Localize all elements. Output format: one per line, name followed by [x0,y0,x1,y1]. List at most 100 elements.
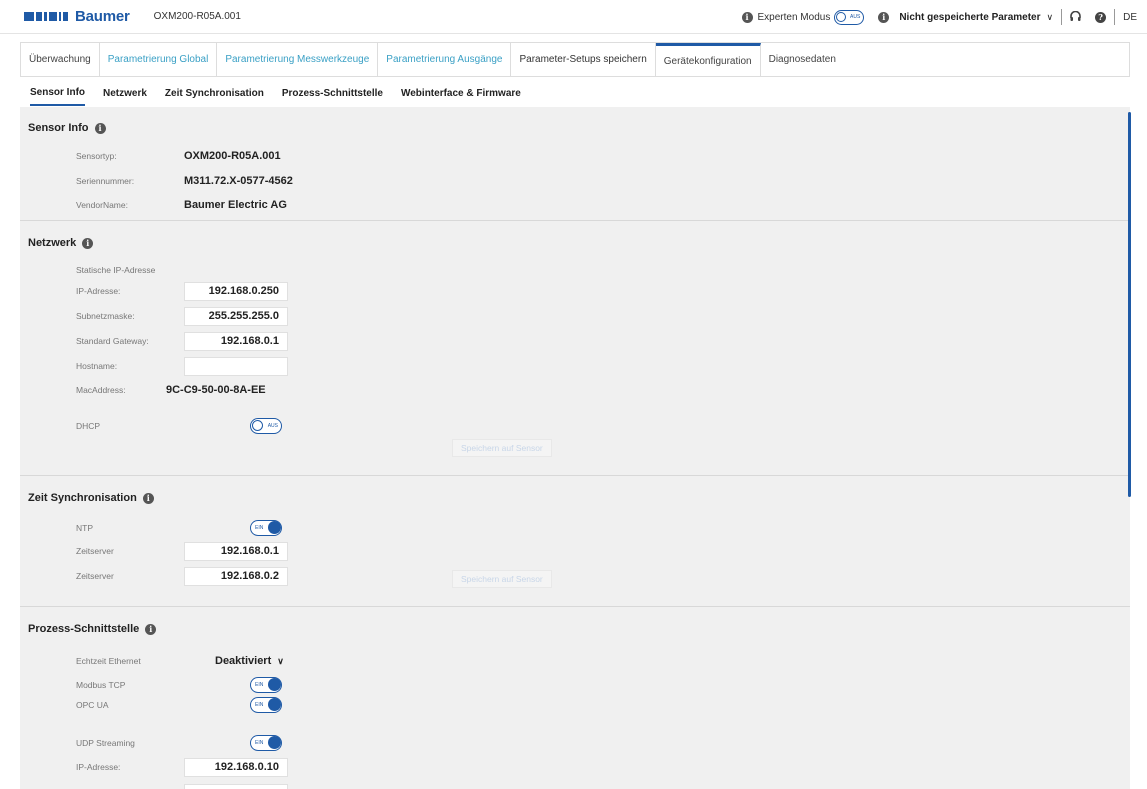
timeserver-row: Zeitserver 192.168.0.1 [76,541,676,561]
opcua-toggle[interactable]: EIN [250,697,282,713]
tab-parameter-setups[interactable]: Parameter-Setups speichern [511,43,656,76]
device-name: OXM200-R05A.001 [153,11,241,22]
logo-mark-icon [24,12,68,21]
ip-row: IP-Adresse: 192.168.0.250 [76,281,676,301]
field-label: MacAddress: [76,385,126,395]
gateway-row: Standard Gateway: 192.168.0.1 [76,331,676,351]
field-label: Subnetzmaske: [76,311,135,321]
info-icon[interactable]: i [145,623,157,635]
section-title-netzwerk: Netzwerk i [28,237,94,249]
field-label: VendorName: [76,200,128,210]
section-title-zeit-synchronisation: Zeit Synchronisation i [28,492,154,504]
timeserver-1-input[interactable]: 192.168.0.1 [184,541,288,561]
field-label: NTP [76,523,93,533]
opcua-row: OPC UA EIN [76,695,676,715]
serial-number-value: M311.72.X-0577-4562 [184,175,293,187]
static-ip-label: Statische IP-Adresse [76,265,156,275]
time-sync-section: Zeit Synchronisation i NTP EIN Zeitserve… [20,476,1130,607]
field-label: Zeitserver [76,571,114,581]
tab-geraetekonfiguration[interactable]: Gerätekonfiguration [655,43,761,76]
realtime-ethernet-select[interactable]: Deaktiviert ∨ [215,655,284,667]
expert-mode-toggle[interactable]: AUS [834,9,865,25]
modbus-toggle[interactable]: EIN [250,677,282,693]
expert-toggle-text: AUS [850,13,861,20]
subnet-mask-input[interactable]: 255.255.255.0 [184,306,288,326]
headset-icon[interactable] [1070,11,1081,23]
tab-diagnosedaten[interactable]: Diagnosedaten [761,43,844,76]
scrollbar[interactable] [1128,112,1131,497]
info-icon[interactable]: i [878,11,890,23]
info-icon[interactable]: i [94,122,106,134]
tab-ueberwachung[interactable]: Überwachung [21,43,100,76]
tab-parametrierung-messwerkzeuge[interactable]: Parametrierung Messwerkzeuge [217,43,379,76]
subtab-zeit-synchronisation[interactable]: Zeit Synchronisation [165,80,264,106]
tab-parametrierung-ausgaenge[interactable]: Parametrierung Ausgänge [378,43,512,76]
hostname-input[interactable] [184,356,288,376]
sub-tabs: Sensor Info Netzwerk Zeit Synchronisatio… [20,80,1130,106]
unsaved-parameters-label[interactable]: Nicht gespeicherte Parameter [899,12,1040,23]
info-row: Seriennummer: M311.72.X-0577-4562 [76,171,676,191]
toggle-text: EIN [255,525,264,531]
main-tabs: Überwachung Parametrierung Global Parame… [20,42,1130,77]
section-title-sensor-info: Sensor Info i [28,122,106,134]
toggle-text: EIN [255,740,264,746]
partial-input[interactable] [184,783,288,789]
modbus-row: Modbus TCP EIN [76,675,676,695]
language-selector[interactable]: DE [1123,12,1137,23]
top-header: Baumer OXM200-R05A.001 i Experten Modus … [0,0,1147,34]
field-label: IP-Adresse: [76,762,121,772]
subtab-webinterface-firmware[interactable]: Webinterface & Firmware [401,80,521,106]
help-icon[interactable]: ? [1095,11,1107,23]
field-label: IP-Adresse: [76,286,121,296]
header-actions: i Experten Modus AUS i Nicht gespeichert… [741,0,1137,34]
gateway-input[interactable]: 192.168.0.1 [184,331,288,351]
info-icon[interactable]: i [741,11,753,23]
dhcp-toggle[interactable]: AUS [250,418,282,434]
field-label: DHCP [76,421,101,431]
content-panel: Sensor Info i Sensortyp: OXM200-R05A.001… [20,107,1130,789]
toggle-text: AUS [267,423,278,429]
section-title-prozess-schnittstelle: Prozess-Schnittstelle i [28,623,157,635]
ip-address-input[interactable]: 192.168.0.250 [184,281,288,301]
toggle-text: EIN [255,682,264,688]
timeserver-2-input[interactable]: 192.168.0.2 [184,566,288,586]
save-to-sensor-button[interactable]: Speichern auf Sensor [452,439,552,457]
mac-address-value: 9C-C9-50-00-8A-EE [166,384,266,396]
subtab-sensor-info[interactable]: Sensor Info [30,80,86,106]
chevron-down-icon: ∨ [277,655,284,666]
section-title-text: Zeit Synchronisation [28,492,137,504]
ntp-toggle[interactable]: EIN [250,520,282,536]
field-label: Zeitserver [76,546,114,556]
hostname-row: Hostname: [76,356,676,376]
divider [1114,9,1116,25]
udp-ip-address-input[interactable]: 192.168.0.10 [184,757,288,777]
sensor-info-section: Sensor Info i Sensortyp: OXM200-R05A.001… [20,107,1130,221]
subtab-prozess-schnittstelle[interactable]: Prozess-Schnittstelle [282,80,383,106]
chevron-down-icon[interactable]: ∨ [1047,12,1054,23]
info-row: VendorName: Baumer Electric AG [76,195,676,215]
baumer-logo: Baumer [24,8,130,25]
info-icon[interactable]: i [142,492,154,504]
partial-row [76,783,676,789]
subtab-netzwerk[interactable]: Netzwerk [103,80,147,106]
subnet-row: Subnetzmaske: 255.255.255.0 [76,306,676,326]
field-label: UDP Streaming [76,738,135,748]
field-label: Echtzeit Ethernet [76,656,141,666]
info-row: Sensortyp: OXM200-R05A.001 [76,146,676,166]
vendor-name-value: Baumer Electric AG [184,199,287,211]
udp-streaming-row: UDP Streaming EIN [76,733,676,753]
divider [1061,9,1063,25]
realtime-ethernet-row: Echtzeit Ethernet Deaktiviert ∨ [76,651,676,671]
udp-ip-row: IP-Adresse: 192.168.0.10 [76,757,676,777]
select-value: Deaktiviert [215,655,272,667]
timeserver-row: Zeitserver 192.168.0.2 [76,566,676,586]
expert-mode-label: Experten Modus [757,11,831,23]
section-title-text: Sensor Info [28,122,89,134]
info-icon[interactable]: i [82,237,94,249]
field-label: Standard Gateway: [76,336,149,346]
ntp-row: NTP EIN [76,518,676,538]
field-label: Sensortyp: [76,151,117,161]
udp-streaming-toggle[interactable]: EIN [250,735,282,751]
tab-parametrierung-global[interactable]: Parametrierung Global [100,43,218,76]
save-to-sensor-button[interactable]: Speichern auf Sensor [452,570,552,588]
